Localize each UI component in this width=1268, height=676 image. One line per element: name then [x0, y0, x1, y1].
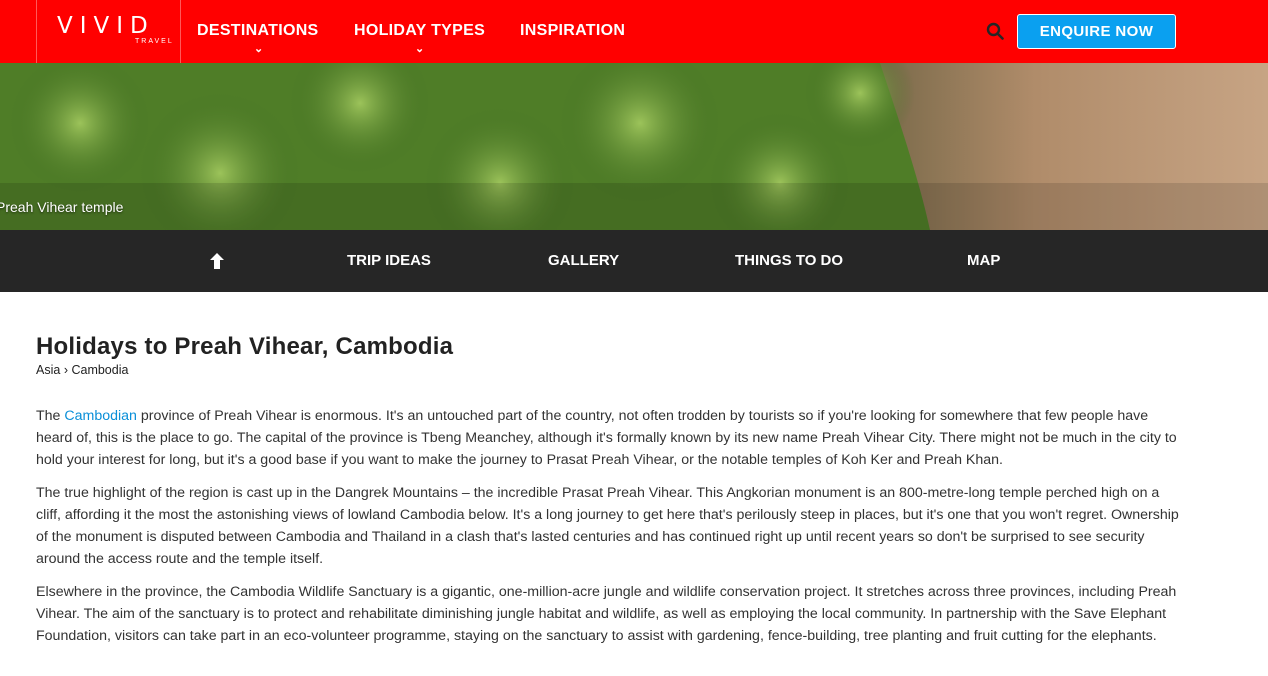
breadcrumb-separator: ›	[63, 363, 68, 377]
paragraph-highlight: The true highlight of the region is cast…	[36, 485, 1179, 567]
hero-caption: Preah Vihear temple	[0, 199, 124, 215]
tab-gallery[interactable]: GALLERY	[548, 252, 619, 269]
chevron-down-icon[interactable]: ⌄	[415, 42, 424, 55]
hero-image: Preah Vihear temple	[0, 63, 1268, 230]
paragraph-text: The	[36, 408, 65, 424]
article-body: The Cambodian province of Preah Vihear i…	[36, 405, 1186, 658]
breadcrumb-asia[interactable]: Asia	[36, 363, 60, 377]
search-icon[interactable]	[986, 22, 1004, 40]
tab-trip-ideas[interactable]: TRIP IDEAS	[347, 252, 431, 269]
enquire-now-button[interactable]: ENQUIRE NOW	[1017, 14, 1176, 49]
tab-map[interactable]: MAP	[967, 252, 1000, 269]
section-nav: TRIP IDEAS GALLERY THINGS TO DO MAP	[0, 230, 1268, 292]
paragraph-sanctuary: Elsewhere in the province, the Cambodia …	[36, 584, 1177, 644]
jungle-cliff-image	[0, 63, 1268, 230]
logo-subtitle: TRAVEL	[135, 38, 174, 45]
paragraph-text: province of Preah Vihear is enormous. It…	[36, 408, 1177, 468]
breadcrumb: Asia › Cambodia	[36, 363, 128, 377]
nav-destinations[interactable]: DESTINATIONS	[197, 22, 319, 40]
page-title: Holidays to Preah Vihear, Cambodia	[36, 333, 454, 360]
logo[interactable]: VIVID TRAVEL	[36, 0, 181, 63]
paragraph-intro: The Cambodian province of Preah Vihear i…	[36, 405, 1186, 471]
nav-inspiration[interactable]: INSPIRATION	[520, 22, 625, 40]
logo-wordmark: VIVID	[57, 13, 155, 39]
tab-things-to-do[interactable]: THINGS TO DO	[735, 252, 843, 269]
site-header: VIVID TRAVEL DESTINATIONS ⌄ HOLIDAY TYPE…	[0, 0, 1268, 63]
cambodian-link[interactable]: Cambodian	[64, 408, 137, 424]
breadcrumb-cambodia[interactable]: Cambodia	[71, 363, 128, 377]
chevron-down-icon[interactable]: ⌄	[254, 42, 263, 55]
arrow-up-icon[interactable]	[209, 252, 225, 270]
nav-holiday-types[interactable]: HOLIDAY TYPES	[354, 22, 485, 40]
